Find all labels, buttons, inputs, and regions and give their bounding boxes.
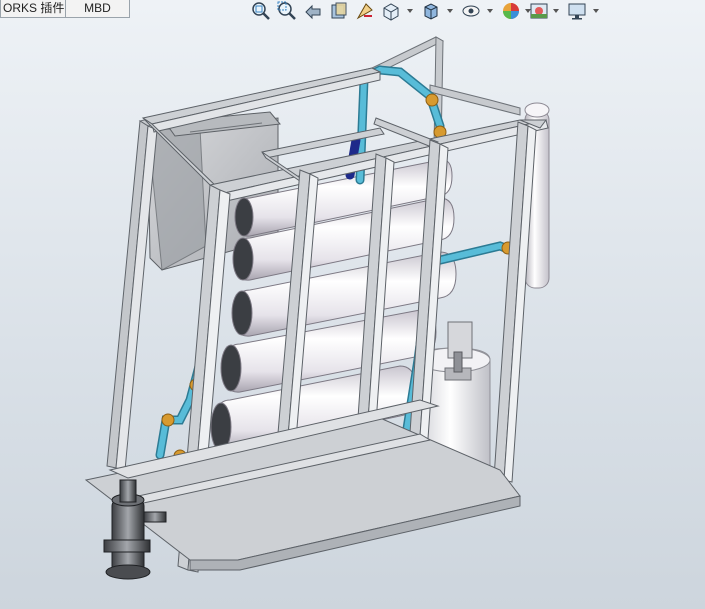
zoom-to-fit-icon[interactable] bbox=[250, 0, 272, 22]
graphics-viewport[interactable]: ORKS 插件 MBD bbox=[0, 0, 705, 609]
dynamic-annotation-icon[interactable] bbox=[354, 0, 376, 22]
display-style-icon[interactable] bbox=[420, 0, 442, 22]
ro-skid-model[interactable] bbox=[0, 0, 705, 609]
edit-appearance-icon[interactable] bbox=[500, 0, 522, 22]
chevron-down-icon[interactable] bbox=[406, 6, 414, 16]
section-view-icon[interactable] bbox=[328, 0, 350, 22]
view-settings-icon[interactable] bbox=[566, 0, 588, 22]
heads-up-view-toolbar bbox=[248, 0, 608, 24]
chevron-down-icon[interactable] bbox=[592, 6, 600, 16]
chevron-down-icon[interactable] bbox=[486, 6, 494, 16]
hide-show-items-icon[interactable] bbox=[460, 0, 482, 22]
apply-scene-icon[interactable] bbox=[528, 0, 550, 22]
view-orientation-icon[interactable] bbox=[380, 0, 402, 22]
zoom-to-area-icon[interactable] bbox=[276, 0, 298, 22]
left-rear-post bbox=[106, 120, 158, 471]
tab-solidworks-addins[interactable]: ORKS 插件 bbox=[0, 0, 66, 18]
tab-mbd[interactable]: MBD bbox=[65, 0, 130, 18]
chevron-down-icon[interactable] bbox=[446, 6, 454, 16]
previous-view-icon[interactable] bbox=[302, 0, 324, 22]
chevron-down-icon[interactable] bbox=[552, 6, 560, 16]
command-manager-tabs: ORKS 插件 MBD bbox=[0, 0, 130, 19]
